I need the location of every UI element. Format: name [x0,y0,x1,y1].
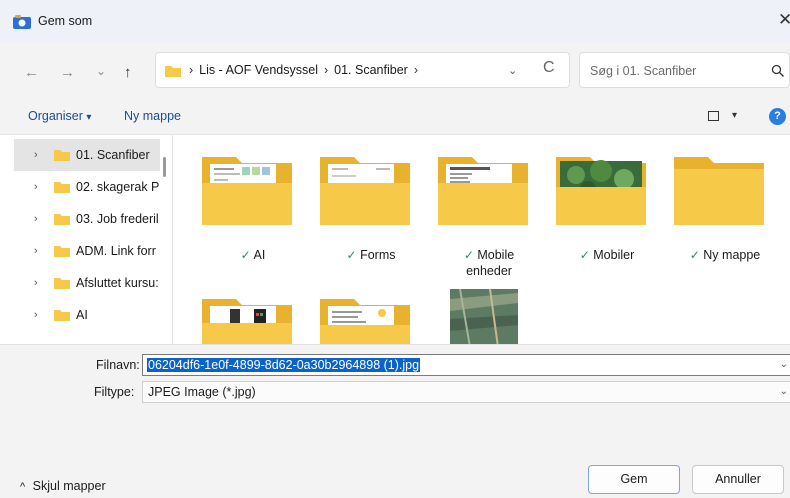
search-icon [771,64,784,77]
window-title: Gem som [38,14,93,28]
sync-check-icon: ✓ [346,248,357,262]
breadcrumb: › Lis - AOF Vendsyssel › 01. Scanfiber › [189,63,418,77]
image-thumbnail [450,289,518,345]
sidebar-item-label: Afsluttet kursu: [76,276,159,290]
chevron-down-icon: ▾ [86,112,92,123]
chevron-right-icon[interactable]: › [34,245,38,257]
folder-name: AI [253,248,266,262]
folder-caption: ✓ Ny mappe [665,247,785,263]
save-options-panel: Filnavn: 06204df6-1e0f-4899-8d62-0a30b29… [0,344,790,498]
folder-thumbnail [556,157,646,225]
refresh-icon[interactable]: C [543,59,555,77]
filetype-select[interactable]: JPEG Image (*.jpg) ⌄ [142,381,790,403]
breadcrumb-item[interactable]: 01. Scanfiber [334,63,408,77]
folder-thumbnail [202,157,292,225]
folder-caption: ✓ Forms [311,247,431,263]
sidebar-item-label: 01. Scanfiber [76,148,150,162]
cancel-button[interactable]: Annuller [692,465,784,494]
forward-arrow-icon[interactable]: → [60,64,75,81]
breadcrumb-separator: › [189,63,194,77]
folder-thumbnail [674,157,764,225]
sidebar-item-label: 02. skagerak P [76,180,160,194]
chevron-up-icon: ^ [20,481,26,493]
navigation-bar: ← → ⌄ ↑ › Lis - AOF Vendsyssel › 01. Sca… [0,42,790,98]
folder-caption: ✓ Mobiler [547,247,667,263]
sync-check-icon: ✓ [240,248,251,262]
help-icon[interactable]: ? [769,108,786,125]
view-mode-icon[interactable] [708,111,719,121]
filetype-label: Filtype: [94,385,135,399]
folder-icon [54,278,70,289]
folder-thumbnail [320,157,410,225]
folder-name: Ny mappe [703,248,761,262]
address-dropdown-icon[interactable]: ⌄ [508,64,517,77]
folder-icon [165,66,181,77]
filetype-dropdown-icon[interactable]: ⌄ [780,386,788,397]
sidebar-item-label: AI [76,308,88,322]
close-icon[interactable]: ✕ [778,10,790,30]
up-arrow-icon[interactable]: ↑ [124,64,132,81]
chevron-right-icon[interactable]: › [34,149,38,161]
folder-thumbnail [320,299,410,345]
sidebar-item-adm[interactable]: › ADM. Link forr [0,235,160,267]
folder-thumbnail [202,299,292,345]
sync-check-icon: ✓ [689,248,700,262]
sync-check-icon: ✓ [463,248,474,262]
sidebar-item-skagerak[interactable]: › 02. skagerak P [0,171,160,203]
breadcrumb-item[interactable]: Lis - AOF Vendsyssel [199,63,318,77]
folder-icon [54,182,70,193]
new-folder-button[interactable]: Ny mappe [124,109,181,123]
command-bar: Organiser ▾ Ny mappe ▾ ? [0,98,790,134]
sidebar-item-afsluttet[interactable]: › Afsluttet kursu: [0,267,160,299]
sidebar-item-job[interactable]: › 03. Job frederil [0,203,160,235]
file-grid: ✓ AI ✓ Forms ✓ Mobile enheder ✓ Mobiler … [174,135,790,345]
folder-name-line2: enheder [466,264,512,278]
organise-button[interactable]: Organiser ▾ [28,109,91,123]
folder-caption: ✓ Mobile enheder [429,247,549,279]
address-bar[interactable]: › Lis - AOF Vendsyssel › 01. Scanfiber ›… [155,52,570,88]
sync-check-icon: ✓ [579,248,590,262]
folder-icon [54,150,70,161]
recent-locations-icon[interactable]: ⌄ [96,64,106,78]
hide-folders-label: Skjul mapper [32,479,106,493]
organise-label: Organiser [28,109,83,123]
search-input[interactable]: Søg i 01. Scanfiber [590,64,696,78]
folder-thumbnail [438,157,528,225]
filename-input[interactable]: 06204df6-1e0f-4899-8d62-0a30b2964898 (1)… [147,358,421,372]
breadcrumb-separator: › [323,63,329,77]
folder-caption: ✓ AI [193,247,313,263]
chevron-right-icon[interactable]: › [34,181,38,193]
chevron-right-icon[interactable]: › [34,309,38,321]
folder-icon [54,310,70,321]
view-dropdown-icon[interactable]: ▾ [732,110,737,121]
filename-label: Filnavn: [96,358,140,372]
filename-dropdown-icon[interactable]: ⌄ [780,359,788,370]
title-bar: Gem som ✕ [0,0,790,42]
folder-icon [54,246,70,257]
navigation-pane: › 01. Scanfiber › 02. skagerak P › 03. J… [0,135,173,345]
filename-field[interactable]: 06204df6-1e0f-4899-8d62-0a30b2964898 (1)… [142,354,790,376]
sidebar-scrollbar[interactable] [163,157,166,177]
folder-icon [54,214,70,225]
save-button[interactable]: Gem [588,465,680,494]
folder-name: Mobile [477,248,515,262]
app-icon [13,15,31,29]
sidebar-item-ai[interactable]: › AI [0,299,160,331]
breadcrumb-separator: › [413,63,418,77]
sidebar-item-label: ADM. Link forr [76,244,156,258]
folder-name: Forms [360,248,396,262]
chevron-right-icon[interactable]: › [34,277,38,289]
filetype-value: JPEG Image (*.jpg) [148,385,256,399]
sidebar-item-label: 03. Job frederil [76,212,159,226]
main-area: › 01. Scanfiber › 02. skagerak P › 03. J… [0,134,790,345]
chevron-right-icon[interactable]: › [34,213,38,225]
sidebar-item-scanfiber[interactable]: › 01. Scanfiber [14,139,160,171]
folder-name: Mobiler [593,248,635,262]
back-arrow-icon[interactable]: ← [24,64,39,81]
hide-folders-button[interactable]: ^ Skjul mapper [20,479,106,493]
search-box[interactable]: Søg i 01. Scanfiber [579,52,790,88]
